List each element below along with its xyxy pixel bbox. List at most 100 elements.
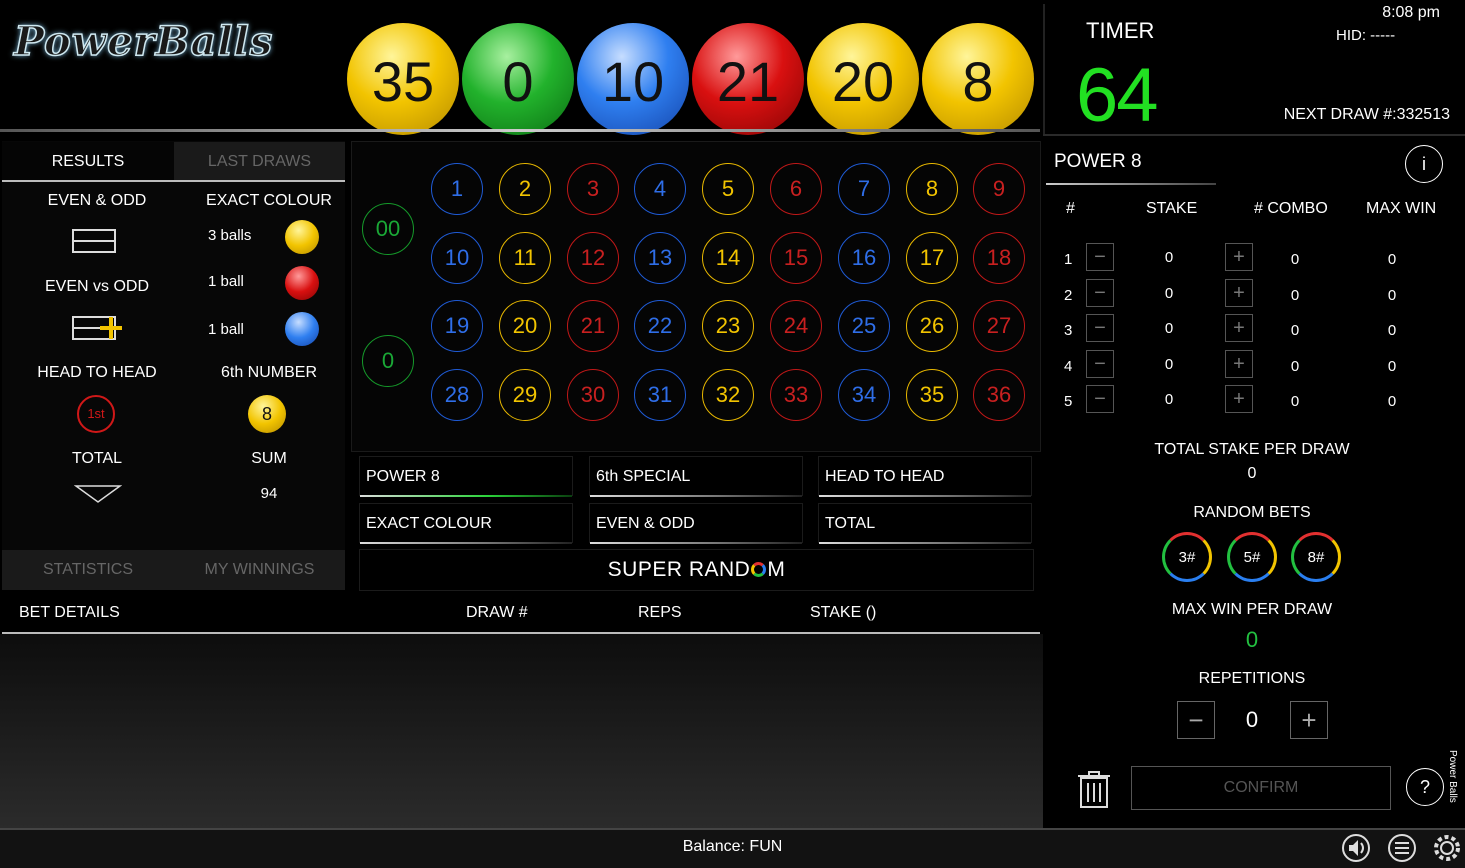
stake-minus-button[interactable]: − xyxy=(1086,279,1114,307)
number-32[interactable]: 32 xyxy=(702,369,754,421)
number-22[interactable]: 22 xyxy=(634,300,686,352)
stake-value: 0 xyxy=(1164,391,1174,408)
underline xyxy=(819,542,1031,544)
stake-minus-button[interactable]: − xyxy=(1086,385,1114,413)
stake-plus-button[interactable]: + xyxy=(1225,350,1253,378)
number-7[interactable]: 7 xyxy=(838,163,890,215)
column-max-win: MAX WIN xyxy=(1366,200,1437,217)
help-button[interactable]: ? xyxy=(1406,768,1444,806)
bet-type-label: POWER 8 xyxy=(366,468,440,485)
hid-label: HID: ----- xyxy=(1336,27,1396,44)
number-8[interactable]: 8 xyxy=(906,163,958,215)
bet-details-list xyxy=(0,634,1043,828)
number-31[interactable]: 31 xyxy=(634,369,686,421)
stake-minus-button[interactable]: − xyxy=(1086,350,1114,378)
sum-label: SUM xyxy=(251,450,287,467)
menu-icon[interactable] xyxy=(1387,833,1417,863)
stake-minus-button[interactable]: − xyxy=(1086,314,1114,342)
number-21[interactable]: 21 xyxy=(567,300,619,352)
repetitions-label: REPETITIONS xyxy=(1198,670,1306,687)
title-underline xyxy=(1046,183,1216,185)
bet-type-label: EXACT COLOUR xyxy=(366,515,492,532)
trash-icon[interactable] xyxy=(1078,771,1110,809)
stake-plus-button[interactable]: + xyxy=(1225,385,1253,413)
repetitions-minus-button[interactable]: − xyxy=(1177,701,1215,739)
tab-last-draws[interactable]: LAST DRAWS xyxy=(174,142,345,182)
number-27[interactable]: 27 xyxy=(973,300,1025,352)
number-3[interactable]: 3 xyxy=(567,163,619,215)
bet-type-even-odd[interactable]: EVEN & ODD xyxy=(589,503,803,544)
number-15[interactable]: 15 xyxy=(770,232,822,284)
combo-value: 0 xyxy=(1290,322,1300,339)
row-number: 2 xyxy=(1064,287,1073,304)
number-28[interactable]: 28 xyxy=(431,369,483,421)
number-0[interactable]: 0 xyxy=(362,335,414,387)
random-bets-label: RANDOM BETS xyxy=(1193,504,1311,521)
super-random-button[interactable]: SUPER RAND M xyxy=(359,549,1034,591)
tab-my-winnings[interactable]: MY WINNINGS xyxy=(174,550,345,590)
number-36[interactable]: 36 xyxy=(973,369,1025,421)
number-23[interactable]: 23 xyxy=(702,300,754,352)
number-12[interactable]: 12 xyxy=(567,232,619,284)
tab-statistics[interactable]: STATISTICS xyxy=(2,550,174,590)
number-25[interactable]: 25 xyxy=(838,300,890,352)
balance-label: Balance: FUN xyxy=(682,838,783,855)
random-bet-5[interactable]: 5# xyxy=(1227,532,1277,582)
underline xyxy=(819,495,1031,497)
number-30[interactable]: 30 xyxy=(567,369,619,421)
bet-type-sixth-special[interactable]: 6th SPECIAL xyxy=(589,456,803,497)
number-33[interactable]: 33 xyxy=(770,369,822,421)
clock: 8:08 pm xyxy=(1382,4,1440,21)
stake-plus-button[interactable]: + xyxy=(1225,314,1253,342)
number-19[interactable]: 19 xyxy=(431,300,483,352)
number-35[interactable]: 35 xyxy=(906,369,958,421)
stake-plus-button[interactable]: + xyxy=(1225,243,1253,271)
number-16[interactable]: 16 xyxy=(838,232,890,284)
drawn-ball-4: 21 xyxy=(692,23,804,135)
sixth-number-label: 6th NUMBER xyxy=(220,364,318,381)
stake-minus-button[interactable]: − xyxy=(1086,243,1114,271)
number-2[interactable]: 2 xyxy=(499,163,551,215)
max-win-value: 0 xyxy=(1387,287,1397,304)
number-34[interactable]: 34 xyxy=(838,369,890,421)
max-win-value: 0 xyxy=(1387,322,1397,339)
colour-row-label: 1 ball xyxy=(208,321,244,338)
triangle-down-icon xyxy=(74,485,122,503)
bet-type-total[interactable]: TOTAL xyxy=(818,503,1032,544)
stake-value: 0 xyxy=(1164,356,1174,373)
column-stake: STAKE () xyxy=(810,604,877,621)
active-underline xyxy=(360,495,572,497)
number-1[interactable]: 1 xyxy=(431,163,483,215)
number-17[interactable]: 17 xyxy=(906,232,958,284)
bet-type-exact-colour[interactable]: EXACT COLOUR xyxy=(359,503,573,544)
repetitions-plus-button[interactable]: + xyxy=(1290,701,1328,739)
number-14[interactable]: 14 xyxy=(702,232,754,284)
random-bet-8[interactable]: 8# xyxy=(1291,532,1341,582)
random-bet-3[interactable]: 3# xyxy=(1162,532,1212,582)
confirm-button[interactable]: CONFIRM xyxy=(1131,766,1391,810)
settings-icon[interactable] xyxy=(1432,833,1462,863)
stake-plus-button[interactable]: + xyxy=(1225,279,1253,307)
even-vs-odd-icon xyxy=(72,316,122,340)
bet-type-power8[interactable]: POWER 8 xyxy=(359,456,573,497)
number-13[interactable]: 13 xyxy=(634,232,686,284)
sound-icon[interactable] xyxy=(1341,833,1371,863)
info-button[interactable]: i xyxy=(1405,145,1443,183)
number-20[interactable]: 20 xyxy=(499,300,551,352)
number-11[interactable]: 11 xyxy=(499,232,551,284)
number-6[interactable]: 6 xyxy=(770,163,822,215)
number-24[interactable]: 24 xyxy=(770,300,822,352)
number-9[interactable]: 9 xyxy=(973,163,1025,215)
underline xyxy=(590,495,802,497)
number-26[interactable]: 26 xyxy=(906,300,958,352)
number-5[interactable]: 5 xyxy=(702,163,754,215)
tab-results[interactable]: RESULTS xyxy=(2,142,174,182)
bet-type-head-to-head[interactable]: HEAD TO HEAD xyxy=(818,456,1032,497)
number-18[interactable]: 18 xyxy=(973,232,1025,284)
bet-slip-title: POWER 8 xyxy=(1054,151,1142,172)
number-00[interactable]: 00 xyxy=(362,203,414,255)
number-10[interactable]: 10 xyxy=(431,232,483,284)
repetitions-value: 0 xyxy=(1245,707,1259,732)
number-4[interactable]: 4 xyxy=(634,163,686,215)
number-29[interactable]: 29 xyxy=(499,369,551,421)
